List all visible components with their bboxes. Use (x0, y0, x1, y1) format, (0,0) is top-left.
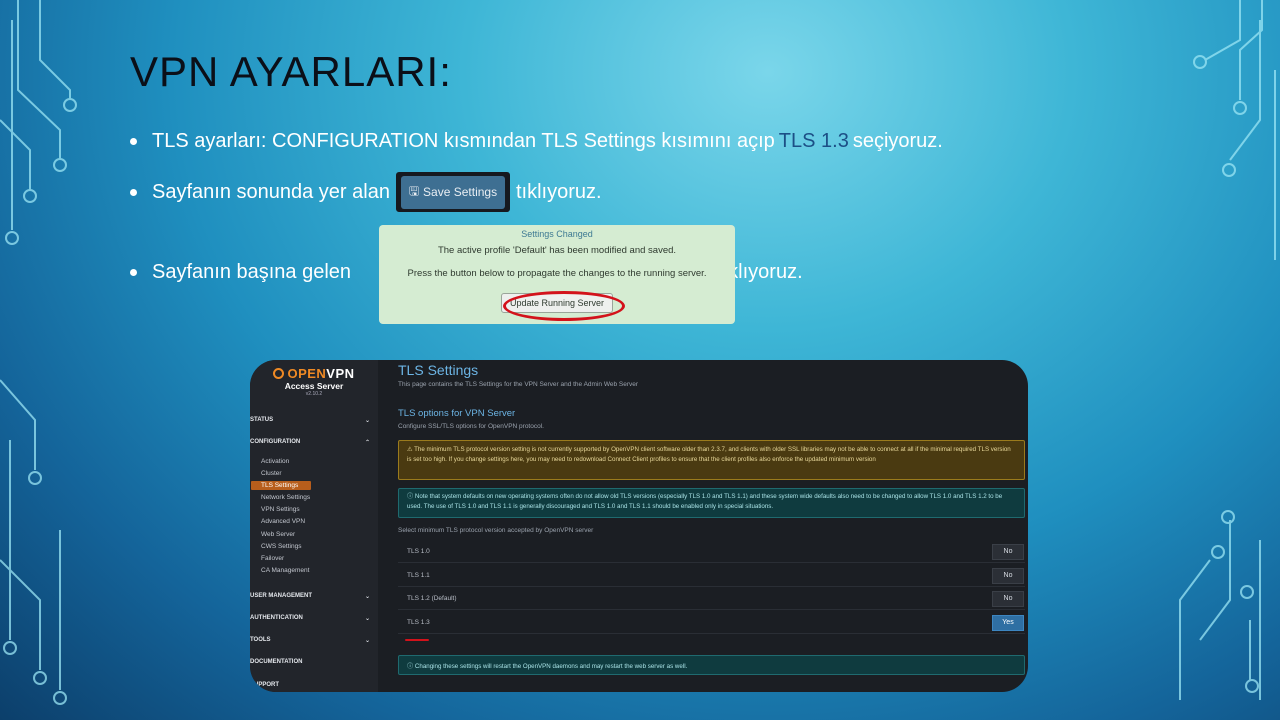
tls-row-1-1: TLS 1.1 No (398, 565, 1025, 587)
bullet-save-settings: Sayfanın sonunda yer alan 🖫 Save Setting… (130, 172, 602, 212)
chevron-down-icon: ⌄ (364, 418, 370, 424)
chevron-down-icon: ⌄ (364, 594, 370, 600)
tls-row-1-0: TLS 1.0 No (398, 541, 1025, 563)
tls-row-1-2: TLS 1.2 (Default) No (398, 588, 1025, 610)
sidebar-item-ca-management[interactable]: CA Management (261, 567, 309, 574)
save-settings-label: Save Settings (423, 185, 498, 199)
sidebar-item-failover[interactable]: Failover (261, 555, 284, 562)
tls-row-label: TLS 1.3 (407, 619, 430, 626)
tls-row-label: TLS 1.2 (Default) (407, 595, 457, 602)
main-content: TLS Settings This page contains the TLS … (398, 360, 1028, 692)
product-name: Access Server (284, 381, 344, 391)
sidebar-item-activation[interactable]: Activation (261, 458, 289, 465)
highlight-tls13: TLS 1.3 (778, 130, 849, 152)
chevron-down-icon: ⌄ (364, 638, 370, 644)
section-description: Configure SSL/TLS options for OpenVPN pr… (398, 423, 544, 430)
sidebar-item-documentation[interactable]: DOCUMENTATION (250, 659, 374, 665)
sidebar-item-tools[interactable]: TOOLS ⌄ (250, 637, 374, 644)
sidebar-item-status[interactable]: STATUS ⌄ (250, 417, 374, 424)
save-settings-button[interactable]: 🖫 Save Settings (400, 175, 506, 209)
save-settings-screenshot: 🖫 Save Settings (395, 172, 510, 212)
bullet-text: TLS ayarları: CONFIGURATION kısmından TL… (152, 130, 775, 152)
product-version: v2.10.2 (305, 391, 323, 397)
floppy-icon: 🖫 (408, 183, 420, 198)
tls-toggle[interactable]: No (992, 544, 1024, 560)
sidebar-item-vpn-settings[interactable]: VPN Settings (261, 506, 300, 513)
bullet-text: Sayfanın başına gelen (152, 261, 352, 283)
sidebar-item-tls-settings[interactable]: TLS Settings (251, 481, 311, 490)
chevron-down-icon: ⌄ (364, 616, 370, 622)
warning-alert: ⚠ The minimum TLS protocol version setti… (398, 440, 1025, 480)
sidebar-item-support[interactable]: SUPPORT (250, 682, 374, 688)
sidebar-item-configuration[interactable]: CONFIGURATION ⌃ (250, 439, 374, 446)
bullet-text: Sayfanın sonunda yer alan (152, 180, 390, 203)
bullet-dot (130, 138, 137, 145)
bullet-dot (130, 188, 137, 196)
sidebar-item-advanced-vpn[interactable]: Advanced VPN (261, 518, 305, 525)
bullet-text-suffix: tıklıyoruz. (515, 180, 602, 203)
settings-changed-notice: Settings Changed The active profile 'Def… (379, 225, 735, 324)
page-description: This page contains the TLS Settings for … (398, 381, 639, 388)
tls-toggle[interactable]: No (992, 591, 1024, 607)
notice-message: The active profile 'Default' has been mo… (437, 245, 677, 256)
tls-toggle[interactable]: No (992, 568, 1024, 584)
tls-row-1-3: TLS 1.3 Yes (398, 612, 1025, 634)
sidebar-item-web-server[interactable]: Web Server (261, 531, 295, 538)
openvpn-screenshot: OPENVPN Access Server v2.10.2 STATUS ⌄ CO… (250, 360, 1028, 692)
bullet-text-suffix: seçiyoruz. (852, 130, 943, 152)
bullet-dot (130, 269, 137, 276)
tls-row-label: TLS 1.1 (407, 572, 430, 579)
tls-row-label: TLS 1.0 (407, 548, 430, 555)
notice-title: Settings Changed (521, 229, 593, 239)
brand-vpn: VPN (326, 366, 355, 381)
openvpn-logo-icon (273, 368, 285, 379)
sidebar: OPENVPN Access Server v2.10.2 STATUS ⌄ CO… (250, 360, 378, 692)
tls-toggle[interactable]: Yes (992, 615, 1024, 631)
openvpn-logo: OPENVPN Access Server v2.10.2 (250, 360, 378, 397)
select-min-tls-label: Select minimum TLS protocol version acce… (398, 527, 594, 534)
sidebar-item-network-settings[interactable]: Network Settings (261, 494, 310, 501)
red-underline (405, 639, 429, 641)
sidebar-item-user-management[interactable]: USER MANAGEMENT ⌄ (250, 593, 374, 600)
red-annotation-circle (503, 291, 625, 321)
section-title: TLS options for VPN Server (398, 408, 516, 419)
sidebar-item-cluster[interactable]: Cluster (261, 470, 282, 477)
notice-instruction: Press the button below to propagate the … (407, 268, 707, 279)
brand-open: OPEN (287, 366, 327, 381)
sidebar-item-authentication[interactable]: AUTHENTICATION ⌄ (250, 615, 374, 622)
sidebar-item-cws-settings[interactable]: CWS Settings (261, 543, 301, 550)
slide-title: VPN AYARLARI: (130, 48, 452, 95)
info-alert: ⓘ Note that system defaults on new opera… (398, 488, 1025, 518)
page-title: TLS Settings (398, 362, 479, 378)
chevron-up-icon: ⌃ (364, 440, 370, 446)
bullet-tls-settings: TLS ayarları: CONFIGURATION kısmından TL… (130, 130, 943, 153)
restart-info-alert: ⓘ Changing these settings will restart t… (398, 655, 1025, 675)
